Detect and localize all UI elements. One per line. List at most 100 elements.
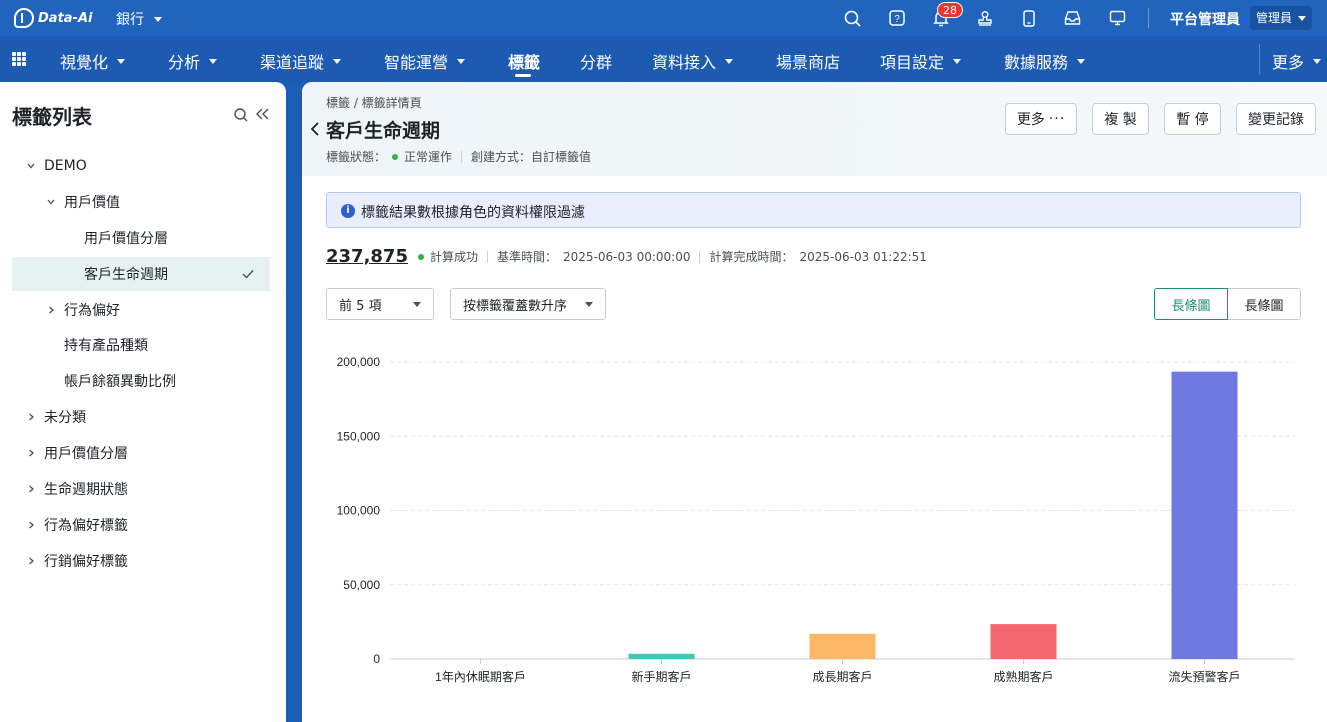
- divider: [487, 250, 488, 263]
- nav-item-smart-ops[interactable]: 智能運營: [384, 49, 466, 73]
- chevron-down-icon: [413, 301, 421, 307]
- status-value: 正常運作: [404, 150, 453, 164]
- breadcrumb[interactable]: 標籤 / 標籤詳情頁: [326, 94, 422, 111]
- bar-chart: 0 50,000 100,000 150,000 200,000 1年內休眠期客戶 新手期客…: [337, 355, 1295, 684]
- chevron-right-icon: [29, 521, 34, 529]
- x-tick-label: 流失預警客戶: [1168, 669, 1240, 684]
- svg-text:?: ?: [894, 14, 900, 25]
- nav-item-project-settings[interactable]: 項目設定: [880, 49, 962, 73]
- apps-grid-icon[interactable]: [12, 52, 26, 66]
- user-name[interactable]: 平台管理員: [1170, 9, 1240, 29]
- role-switcher[interactable]: 管理員: [1250, 6, 1313, 30]
- chevron-down-icon: [953, 58, 962, 64]
- base-time-label: 基準時間：: [497, 250, 558, 264]
- sort-select[interactable]: 按標籤覆蓋數升序: [450, 288, 606, 320]
- app-logo[interactable]: Data-Ai: [14, 8, 92, 28]
- chevron-right-icon: [29, 413, 34, 421]
- nav-more[interactable]: 更多: [1272, 49, 1322, 73]
- view-toggle-bar-alt[interactable]: 長條圖: [1227, 288, 1301, 320]
- tree-item-user-value[interactable]: 用戶價值: [12, 185, 270, 219]
- y-tick-label: 50,000: [343, 578, 380, 592]
- role-label: 管理員: [1256, 11, 1293, 25]
- chevron-down-icon: [117, 58, 126, 64]
- copy-button[interactable]: 複 製: [1092, 103, 1149, 135]
- bar: [628, 653, 695, 659]
- calc-stats: 237,875 計算成功 基準時間： 2025-06-03 00:00:00 計…: [326, 246, 927, 267]
- divider: [1148, 8, 1149, 28]
- y-tick-label: 0: [373, 652, 380, 666]
- chevron-right-icon: [29, 449, 34, 457]
- search-icon[interactable]: [843, 9, 861, 27]
- view-toggle-bar[interactable]: 長條圖: [1154, 288, 1228, 320]
- finish-time: 2025-06-03 01:22:51: [799, 249, 927, 264]
- help-icon[interactable]: ?: [888, 9, 906, 27]
- stamp-icon[interactable]: [976, 9, 994, 27]
- chevron-down-icon: [1077, 58, 1086, 64]
- logo-icon: [14, 8, 34, 28]
- tree-item-marketing-tags[interactable]: 行銷偏好標籤: [12, 544, 270, 578]
- mobile-icon[interactable]: [1020, 9, 1038, 27]
- chevron-right-icon: [29, 557, 34, 565]
- chevron-down-icon: [154, 16, 162, 22]
- tree-item-behavior-preference[interactable]: 行為偏好: [12, 293, 270, 327]
- more-button[interactable]: 更多 ···: [1005, 103, 1077, 135]
- tag-count[interactable]: 237,875: [326, 246, 408, 267]
- top-bar: Data-Ai 銀行 ? 28 平台管理員 管理員: [0, 0, 1327, 36]
- tree-item-user-value-tier[interactable]: 用戶價值分層: [12, 221, 270, 255]
- x-tick-label: 成長期客戶: [812, 669, 872, 684]
- nav-item-segments[interactable]: 分群: [580, 49, 612, 73]
- page-title: 客戶生命週期: [326, 120, 441, 142]
- tree-item-lifecycle-status[interactable]: 生命週期狀態: [12, 472, 270, 506]
- tree-item-customer-lifecycle[interactable]: 客戶生命週期: [12, 257, 270, 291]
- monitor-icon[interactable]: [1108, 9, 1126, 27]
- active-tab-indicator: [515, 74, 531, 77]
- chevron-right-icon: [49, 306, 54, 314]
- collapse-sidebar-icon[interactable]: [255, 106, 269, 120]
- chevron-down-icon: [27, 163, 35, 169]
- ellipsis-icon: ···: [1048, 111, 1066, 127]
- y-tick-label: 200,000: [337, 355, 381, 369]
- finish-time-label: 計算完成時間：: [709, 250, 794, 264]
- chevron-right-icon: [29, 485, 34, 493]
- tree-item-value-tier-group[interactable]: 用戶價值分層: [12, 436, 270, 470]
- nav-item-channel-tracking[interactable]: 渠道追蹤: [260, 49, 342, 73]
- chevron-down-icon: [457, 58, 466, 64]
- tag-sidebar: 標籤列表 DEMO 用戶價值 用戶價值分層 客戶生命週期 行為偏好 持有產品種類…: [0, 82, 286, 722]
- divider: [1259, 44, 1260, 74]
- y-tick-label: 100,000: [337, 504, 381, 518]
- info-icon: i: [341, 204, 355, 218]
- workspace-label: 銀行: [116, 12, 144, 28]
- tree-item-demo[interactable]: DEMO: [12, 149, 270, 183]
- nav-item-data-services[interactable]: 數據服務: [1004, 49, 1086, 73]
- logo-text: Data-Ai: [38, 10, 93, 26]
- chevron-down-icon: [209, 58, 218, 64]
- inbox-icon[interactable]: [1063, 9, 1081, 27]
- check-icon: [242, 270, 254, 279]
- divider: [699, 250, 701, 263]
- bar: [1171, 371, 1238, 659]
- nav-item-data-ingest[interactable]: 資料接入: [652, 49, 734, 73]
- pause-button[interactable]: 暫 停: [1164, 103, 1221, 135]
- chevron-down-icon: [1313, 58, 1322, 64]
- main-nav: 視覺化 分析 渠道追蹤 智能運營 標籤 分群 資料接入 場景商店 項目設定 數據…: [0, 36, 1327, 82]
- base-time: 2025-06-03 00:00:00: [563, 249, 691, 264]
- nav-item-tags[interactable]: 標籤: [508, 49, 540, 73]
- tree-item-balance-change[interactable]: 帳戶餘額異動比例: [12, 364, 270, 398]
- chevron-down-icon: [1298, 15, 1307, 21]
- top-n-select[interactable]: 前 5 項: [326, 288, 434, 320]
- tree-item-behavior-tags[interactable]: 行為偏好標籤: [12, 508, 270, 542]
- notification-badge: 28: [937, 2, 963, 18]
- change-history-button[interactable]: 變更記錄: [1236, 103, 1316, 135]
- status-label: 標籤狀態：: [326, 150, 387, 164]
- nav-item-visualization[interactable]: 視覺化: [60, 49, 126, 73]
- status-dot: [392, 153, 399, 160]
- workspace-switcher[interactable]: 銀行: [116, 9, 162, 29]
- search-icon[interactable]: [234, 107, 248, 122]
- x-tick-label: 1年內休眠期客戶: [435, 669, 526, 684]
- nav-item-scene-store[interactable]: 場景商店: [776, 49, 840, 73]
- tree-item-uncategorized[interactable]: 未分類: [12, 400, 270, 434]
- bar: [990, 624, 1057, 659]
- back-arrow-icon[interactable]: [310, 121, 320, 137]
- tree-item-product-types[interactable]: 持有產品種類: [12, 328, 270, 362]
- nav-item-analysis[interactable]: 分析: [168, 49, 218, 73]
